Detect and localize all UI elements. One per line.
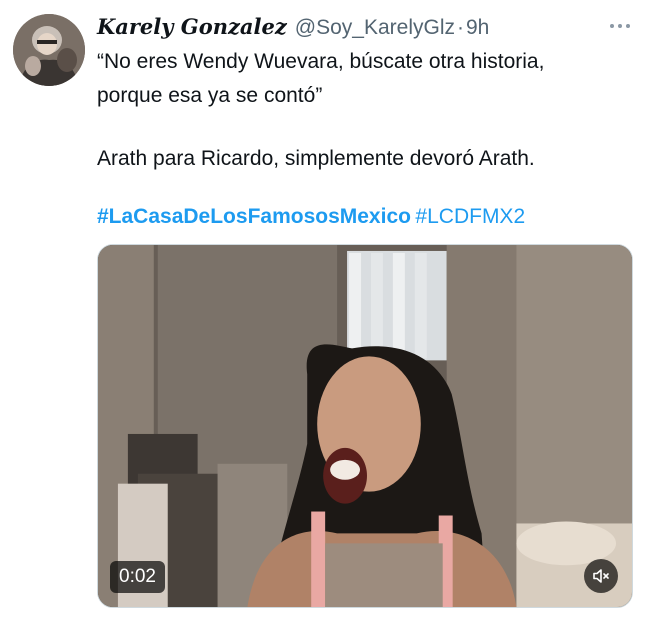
dot xyxy=(610,24,614,28)
video-duration: 0:02 xyxy=(110,561,165,593)
video-player[interactable]: 0:02 xyxy=(97,244,633,608)
tweet-header: Karely Gonzalez @Soy_KarelyGlz · 9h xyxy=(97,14,633,44)
avatar[interactable] xyxy=(13,14,85,86)
dot xyxy=(618,24,622,28)
tweet-text-line: “No eres Wendy Wuevara, búscate otra his… xyxy=(97,48,544,75)
display-name[interactable]: Karely Gonzalez xyxy=(97,14,287,39)
quote-line-1: “No eres Wendy Wuevara, búscate otra his… xyxy=(97,50,545,73)
speaker-muted-icon xyxy=(593,569,609,583)
comment-text: Arath para Ricardo, simplemente devoró A… xyxy=(97,147,535,170)
quote-line-2: porque esa ya se contó” xyxy=(97,84,323,107)
tweet-card[interactable]: Karely Gonzalez @Soy_KarelyGlz · 9h “No … xyxy=(0,0,647,620)
profile-avatar-icon xyxy=(13,14,85,86)
more-dots-icon[interactable] xyxy=(607,16,633,36)
tweet-text-line: porque esa ya se contó” xyxy=(97,82,322,109)
video-frame xyxy=(98,245,632,607)
mute-button[interactable] xyxy=(584,559,618,593)
hashtag-row: #LaCasaDeLosFamososMexico #LCDFMX2 xyxy=(97,203,525,230)
tweet-text-line: Arath para Ricardo, simplemente devoró A… xyxy=(97,145,535,172)
dot xyxy=(626,24,630,28)
user-handle[interactable]: @Soy_KarelyGlz xyxy=(295,16,455,40)
separator-dot: · xyxy=(457,16,464,39)
hashtag-link[interactable]: #LaCasaDeLosFamososMexico xyxy=(97,205,411,228)
hashtag-link[interactable]: #LCDFMX2 xyxy=(415,205,525,228)
timestamp[interactable]: 9h xyxy=(466,16,489,40)
